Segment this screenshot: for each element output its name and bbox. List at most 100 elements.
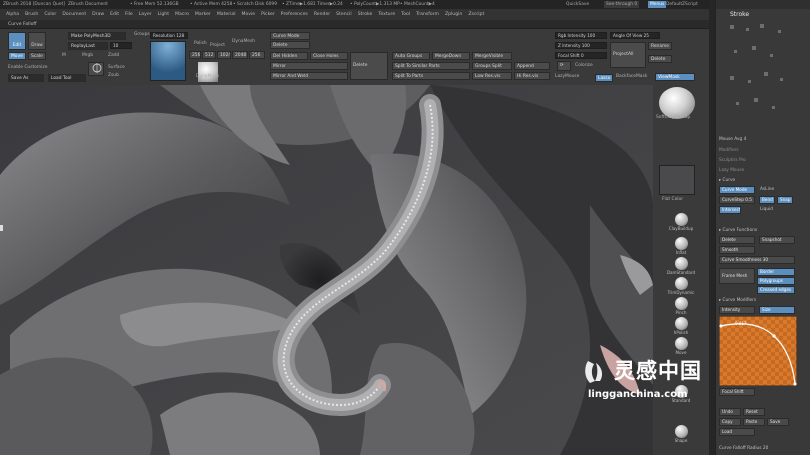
mirror-button[interactable]: Mirror	[270, 62, 348, 70]
groups-split-button[interactable]: Groups Split	[472, 62, 512, 70]
menu-item-zplugin[interactable]: Zplugin	[445, 9, 462, 20]
menu-item-tool[interactable]: Tool	[401, 9, 410, 20]
colorize-icon[interactable]: ⟳	[557, 61, 571, 71]
curve-section-header[interactable]: ▸ Curve	[719, 178, 735, 183]
load-curve-button[interactable]: Load	[719, 428, 755, 436]
flat-color-swatch[interactable]	[659, 165, 695, 195]
curve-mode-toggle[interactable]: Curve Mode	[719, 186, 755, 194]
menu-item-alpha[interactable]: Alpha	[6, 9, 19, 20]
copy-button[interactable]: Copy	[719, 418, 741, 426]
undo-button[interactable]: Undo	[719, 408, 741, 416]
menu-item-stroke[interactable]: Stroke	[358, 9, 373, 20]
draw-button[interactable]: Draw	[28, 32, 46, 50]
surface-toggle[interactable]: Surface	[108, 65, 125, 70]
rgb-intensity-slider[interactable]: Rgb Intensity 100	[555, 32, 607, 39]
lasso-button[interactable]: Lasso	[595, 74, 613, 82]
save-curve-button[interactable]: Save	[767, 418, 789, 426]
merge-visible-button[interactable]: MergeVisible	[472, 52, 512, 60]
curve-mode-button[interactable]: Curve Mode	[270, 32, 310, 40]
menu-item-document[interactable]: Document	[62, 9, 86, 20]
close-holes-button[interactable]: Close Holes	[310, 52, 348, 60]
menu-item-render[interactable]: Render	[314, 9, 330, 20]
mirror-weld-button[interactable]: Mirror And Weld	[270, 72, 348, 80]
focal-shift-slider-panel[interactable]: Focal Shift	[719, 388, 755, 396]
menu-item-material[interactable]: Material	[217, 9, 236, 20]
curve-modifiers-header[interactable]: ▸ Curve Modifiers	[719, 298, 756, 303]
menu-item-picker[interactable]: Picker	[261, 9, 275, 20]
size-512-button[interactable]: 512	[202, 51, 216, 59]
menus-toggle[interactable]: Menus	[648, 1, 667, 8]
paste-button[interactable]: Paste	[743, 418, 765, 426]
m-toggle[interactable]: M	[62, 53, 66, 58]
see-through-slider[interactable]: See-through 0	[604, 1, 640, 8]
resolution-slider[interactable]: Resolution 128	[150, 32, 188, 39]
load-tool-button[interactable]: Load Tool	[48, 74, 86, 82]
size-2048-button[interactable]: 2048	[232, 51, 248, 59]
menu-item-file[interactable]: File	[125, 9, 133, 20]
intensity-mode[interactable]: Intensity	[719, 306, 755, 314]
menu-item-transform[interactable]: Transform	[416, 9, 439, 20]
tool-pinch[interactable]: Pinch	[666, 297, 696, 315]
backface-mask-toggle[interactable]: BackfaceMask	[616, 74, 647, 79]
curve-step-slider[interactable]: CurveStep 0.5	[719, 196, 755, 204]
split-parts-button[interactable]: Split To Parts	[392, 72, 470, 80]
menu-item-texture[interactable]: Texture	[378, 9, 395, 20]
size-extra-button[interactable]: 256	[249, 51, 265, 59]
delete-button[interactable]: Delete	[270, 41, 310, 49]
tool-shape[interactable]: Shape	[666, 425, 696, 443]
menu-item-color[interactable]: Color	[44, 9, 56, 20]
polygroups-toggle[interactable]: Polygroups	[757, 277, 795, 285]
tool-claybuildup[interactable]: ClayBuildup	[666, 213, 696, 231]
menu-item-preferences[interactable]: Preferences	[281, 9, 308, 20]
bend-toggle[interactable]: Bend	[759, 196, 775, 204]
border-toggle[interactable]: Border	[757, 268, 795, 276]
del-hidden-button[interactable]: Del Hidden	[270, 52, 308, 60]
z-intensity-slider[interactable]: Z Intensity 100	[555, 42, 607, 49]
replay-last-button[interactable]: ReplayLast	[68, 42, 108, 50]
size-256-button[interactable]: 256	[189, 51, 201, 59]
delete-big-button[interactable]: Delete	[350, 52, 388, 80]
menu-item-movie[interactable]: Movie	[241, 9, 255, 20]
curve-functions-header[interactable]: ▸ Curve Functions	[719, 228, 757, 233]
merge-down-button[interactable]: MergeDown	[432, 52, 470, 60]
lazymouse-label[interactable]: LazyMouse	[555, 74, 579, 79]
zsub-toggle[interactable]: Zsub	[108, 73, 119, 78]
tool-trimdynamic[interactable]: TrimDynamic	[666, 277, 696, 295]
angle-of-view-slider[interactable]: Angle Of View 25	[610, 32, 660, 39]
size-1024-button[interactable]: 1024	[217, 51, 231, 59]
dot-brush-icon[interactable]	[198, 62, 218, 82]
tool-move[interactable]: Move	[666, 337, 696, 355]
menu-item-draw[interactable]: Draw	[92, 9, 104, 20]
creased-edges-toggle[interactable]: Creased edges	[757, 286, 795, 294]
size-mode[interactable]: Size	[759, 306, 795, 314]
menu-item-brush[interactable]: Brush	[25, 9, 38, 20]
save-as-button[interactable]: Save As	[8, 74, 44, 82]
move-button[interactable]: Move	[8, 52, 26, 60]
mrgb-toggle[interactable]: Mrgb	[82, 53, 93, 58]
rename-button[interactable]: Rename	[648, 42, 672, 50]
menu-item-edit[interactable]: Edit	[110, 9, 119, 20]
delete-curve-button[interactable]: Delete	[719, 236, 755, 244]
project-all-button[interactable]: ProjectAll	[610, 42, 646, 68]
replay-value[interactable]: 10	[110, 42, 132, 49]
menu-item-light[interactable]: Light	[158, 9, 169, 20]
as-line-toggle[interactable]: AsLine	[760, 187, 774, 192]
edit-button[interactable]: Edit	[8, 32, 26, 50]
menu-item-macro[interactable]: Macro	[175, 9, 189, 20]
gizmo-button[interactable]	[88, 62, 104, 76]
auto-groups-button[interactable]: Auto Groups	[392, 52, 430, 60]
reset-button[interactable]: Reset	[743, 408, 765, 416]
zadd-toggle[interactable]: Zadd	[108, 53, 119, 58]
snapshot-button[interactable]: Snapshot	[759, 236, 795, 244]
mouse-avg-slider[interactable]: Mouse Avg 4	[719, 137, 746, 142]
tool-inflat[interactable]: Inflat	[666, 237, 696, 255]
append-button[interactable]: Append	[514, 62, 550, 70]
focal-shift-slider[interactable]: Focal Shift 0	[555, 52, 607, 59]
tool-damstandard[interactable]: DamStandard	[666, 257, 696, 275]
brush-preview[interactable]	[150, 41, 186, 81]
delete-tool-button[interactable]: Delete	[648, 55, 672, 63]
menu-item-zscript[interactable]: Zscript	[468, 9, 484, 20]
liquid-toggle[interactable]: Liquid	[760, 207, 773, 212]
quicksave-button[interactable]: QuickSave	[566, 0, 589, 9]
snap-toggle[interactable]: Snap	[777, 196, 793, 204]
